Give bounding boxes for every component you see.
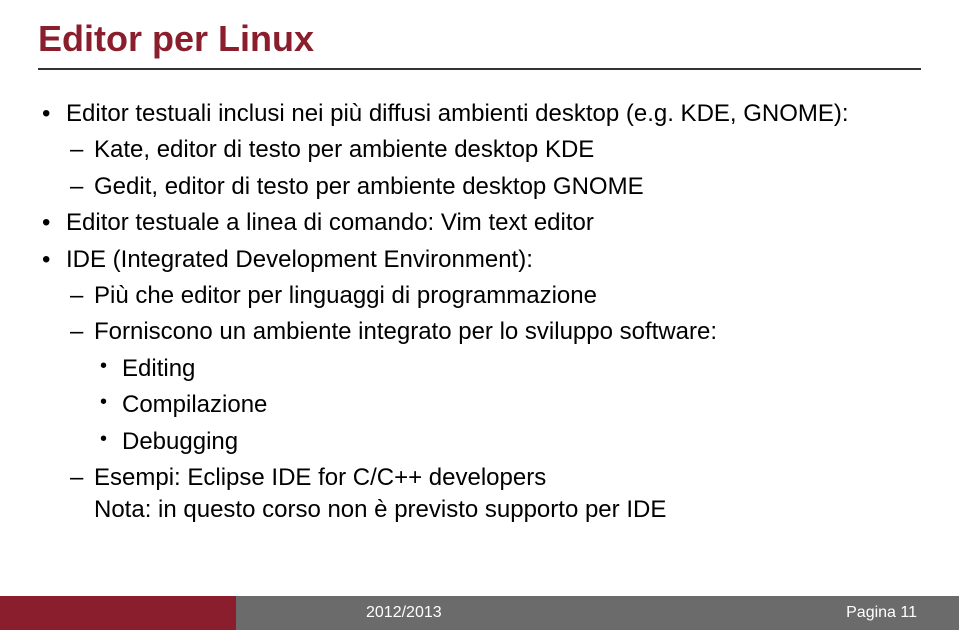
list-item: Editor testuale a linea di comando: Vim … — [38, 207, 921, 239]
bullet-text: Kate, editor di testo per ambiente deskt… — [94, 136, 594, 163]
bullet-list: Editor testuali inclusi nei più diffusi … — [38, 98, 921, 527]
list-item: Editor testuali inclusi nei più diffusi … — [38, 98, 921, 203]
bullet-text: Debugging — [122, 428, 238, 455]
list-item: Gedit, editor di testo per ambiente desk… — [66, 171, 921, 203]
slide: Editor per Linux Editor testuali inclusi… — [0, 0, 959, 630]
sub-list: Kate, editor di testo per ambiente deskt… — [66, 134, 921, 203]
footer-accent — [0, 596, 236, 630]
bullet-text: IDE (Integrated Development Environment)… — [66, 246, 533, 273]
bullet-note: Nota: in questo corso non è previsto sup… — [94, 494, 921, 526]
footer-info: 2012/2013 Pagina 11 — [236, 596, 959, 630]
footer-page: Pagina 11 — [846, 604, 917, 622]
list-item: Editing — [94, 353, 921, 385]
list-item: Compilazione — [94, 389, 921, 421]
list-item: Forniscono un ambiente integrato per lo … — [66, 316, 921, 458]
list-item: Debugging — [94, 426, 921, 458]
bullet-text: Più che editor per linguaggi di programm… — [94, 282, 597, 309]
bullet-text: Gedit, editor di testo per ambiente desk… — [94, 173, 644, 200]
title-underline — [38, 68, 921, 70]
footer-year: 2012/2013 — [366, 604, 442, 622]
sub-list: Più che editor per linguaggi di programm… — [66, 280, 921, 527]
sub-sub-list: Editing Compilazione Debugging — [94, 353, 921, 458]
bullet-text: Forniscono un ambiente integrato per lo … — [94, 318, 717, 345]
list-item: Più che editor per linguaggi di programm… — [66, 280, 921, 312]
footer-bar: 2012/2013 Pagina 11 — [0, 596, 959, 630]
bullet-text: Editor testuali inclusi nei più diffusi … — [66, 100, 849, 127]
list-item: Esempi: Eclipse IDE for C/C++ developers… — [66, 462, 921, 527]
list-item: IDE (Integrated Development Environment)… — [38, 244, 921, 527]
slide-title: Editor per Linux — [38, 18, 921, 60]
bullet-text: Esempi: Eclipse IDE for C/C++ developers — [94, 464, 546, 491]
bullet-text: Compilazione — [122, 391, 267, 418]
slide-content: Editor testuali inclusi nei più diffusi … — [38, 98, 921, 527]
bullet-text: Editor testuale a linea di comando: Vim … — [66, 209, 594, 236]
bullet-text: Editing — [122, 355, 195, 382]
list-item: Kate, editor di testo per ambiente deskt… — [66, 134, 921, 166]
